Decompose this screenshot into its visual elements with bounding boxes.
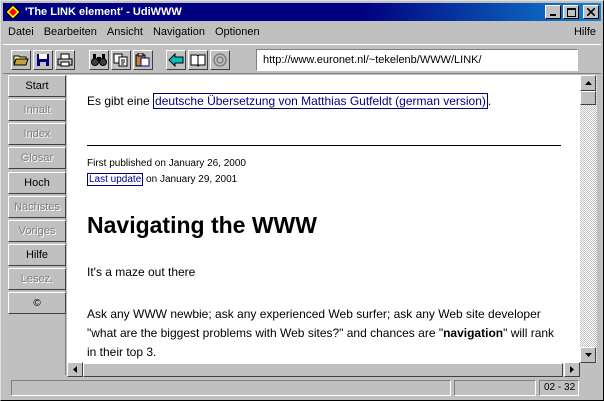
horizontal-rule xyxy=(87,145,561,146)
nav-index-button[interactable]: Index xyxy=(8,123,66,145)
arrow-down-icon xyxy=(584,353,592,357)
translation-suffix: . xyxy=(487,94,492,108)
nav-sidebar: Start Inhalt Index Glosar Hoch Nächstes … xyxy=(8,75,66,375)
nav-lesez-button[interactable]: Lesez. xyxy=(8,268,66,290)
menu-bar: Datei Bearbeiten Ansicht Navigation Opti… xyxy=(3,23,601,41)
print-icon xyxy=(57,53,73,67)
close-button[interactable] xyxy=(583,5,599,19)
copy-icon xyxy=(113,53,128,67)
arrow-right-icon xyxy=(570,366,574,373)
find-icon xyxy=(91,54,107,66)
menu-hilfe[interactable]: Hilfe xyxy=(569,26,601,38)
menu-bearbeiten[interactable]: Bearbeiten xyxy=(39,26,102,38)
title-bar[interactable]: 'The LINK element' - UdiWWW xyxy=(3,3,601,21)
nav-hilfe-button[interactable]: Hilfe xyxy=(8,244,66,266)
save-button[interactable] xyxy=(33,50,53,70)
scroll-left-button[interactable] xyxy=(67,362,83,377)
intro-paragraph: Ask any WWW newbie; ask any experienced … xyxy=(87,305,557,362)
last-update-date: on January 29, 2001 xyxy=(143,174,238,185)
menu-optionen[interactable]: Optionen xyxy=(210,26,265,38)
scrollbar-corner xyxy=(580,363,597,377)
status-bar: 02 - 32 xyxy=(3,379,601,399)
bookmarks-button[interactable] xyxy=(188,50,208,70)
scroll-down-button[interactable] xyxy=(580,347,596,363)
scroll-thumb-horizontal[interactable] xyxy=(83,363,563,377)
paste-button[interactable] xyxy=(133,50,153,70)
toolbar: http://www.euronet.nl/~tekelenb/WWW/LINK… xyxy=(3,44,601,74)
copy-button[interactable] xyxy=(111,50,131,70)
horizontal-scrollbar[interactable] xyxy=(67,362,580,377)
scroll-thumb-vertical[interactable] xyxy=(580,91,596,105)
vertical-scrollbar[interactable] xyxy=(580,75,597,363)
scroll-right-button[interactable] xyxy=(564,362,580,377)
translation-prefix: Es gibt eine xyxy=(87,94,154,108)
page-content: Es gibt eine deutsche Übersetzung von Ma… xyxy=(67,75,580,363)
nav-copyright-button[interactable]: © xyxy=(8,292,66,314)
save-icon xyxy=(37,54,49,66)
status-progress xyxy=(454,380,536,396)
arrow-left-icon xyxy=(73,366,77,373)
open-folder-icon xyxy=(13,55,29,66)
paragraph-bold: navigation xyxy=(443,326,504,340)
maximize-icon xyxy=(566,7,576,17)
close-icon xyxy=(587,8,595,16)
last-update-link[interactable]: Last update xyxy=(87,173,144,186)
url-field[interactable]: http://www.euronet.nl/~tekelenb/WWW/LINK… xyxy=(256,49,578,71)
paste-icon xyxy=(135,53,150,67)
arrow-up-icon xyxy=(584,81,592,85)
stop-icon xyxy=(213,53,227,67)
status-position: 02 - 32 xyxy=(539,380,579,396)
page-heading: Navigating the WWW xyxy=(87,212,317,238)
status-text xyxy=(11,380,451,396)
window-title: 'The LINK element' - UdiWWW xyxy=(25,6,182,18)
translation-line: Es gibt eine deutsche Übersetzung von Ma… xyxy=(87,93,492,109)
menu-datei[interactable]: Datei xyxy=(3,26,39,38)
back-button[interactable] xyxy=(166,50,186,70)
nav-inhalt-button[interactable]: Inhalt xyxy=(8,99,66,121)
open-button[interactable] xyxy=(11,50,31,70)
find-button[interactable] xyxy=(89,50,109,70)
app-icon[interactable] xyxy=(5,4,21,20)
first-published: First published on January 26, 2000 xyxy=(87,158,246,169)
nav-start-button[interactable]: Start xyxy=(8,75,66,97)
browser-window: 'The LINK element' - UdiWWW Datei Bearbe… xyxy=(0,0,604,401)
translation-link[interactable]: deutsche Übersetzung von Matthias Gutfel… xyxy=(153,93,488,109)
scroll-up-button[interactable] xyxy=(580,75,596,91)
nav-glosar-button[interactable]: Glosar xyxy=(8,147,66,169)
last-update-line: Last update on January 29, 2001 xyxy=(87,173,238,186)
maximize-button[interactable] xyxy=(563,5,579,19)
nav-voriges-button[interactable]: Voriges xyxy=(8,220,66,242)
stop-button[interactable] xyxy=(210,50,230,70)
menu-ansicht[interactable]: Ansicht xyxy=(102,26,148,38)
back-arrow-icon xyxy=(168,53,184,67)
nav-naechstes-button[interactable]: Nächstes xyxy=(8,196,66,218)
bookmark-book-icon xyxy=(190,54,206,67)
nav-hoch-button[interactable]: Hoch xyxy=(8,172,66,194)
intro-line: It's a maze out there xyxy=(87,265,196,279)
print-button[interactable] xyxy=(55,50,75,70)
minimize-icon xyxy=(550,14,556,16)
minimize-button[interactable] xyxy=(545,5,561,19)
menu-navigation[interactable]: Navigation xyxy=(148,26,210,38)
